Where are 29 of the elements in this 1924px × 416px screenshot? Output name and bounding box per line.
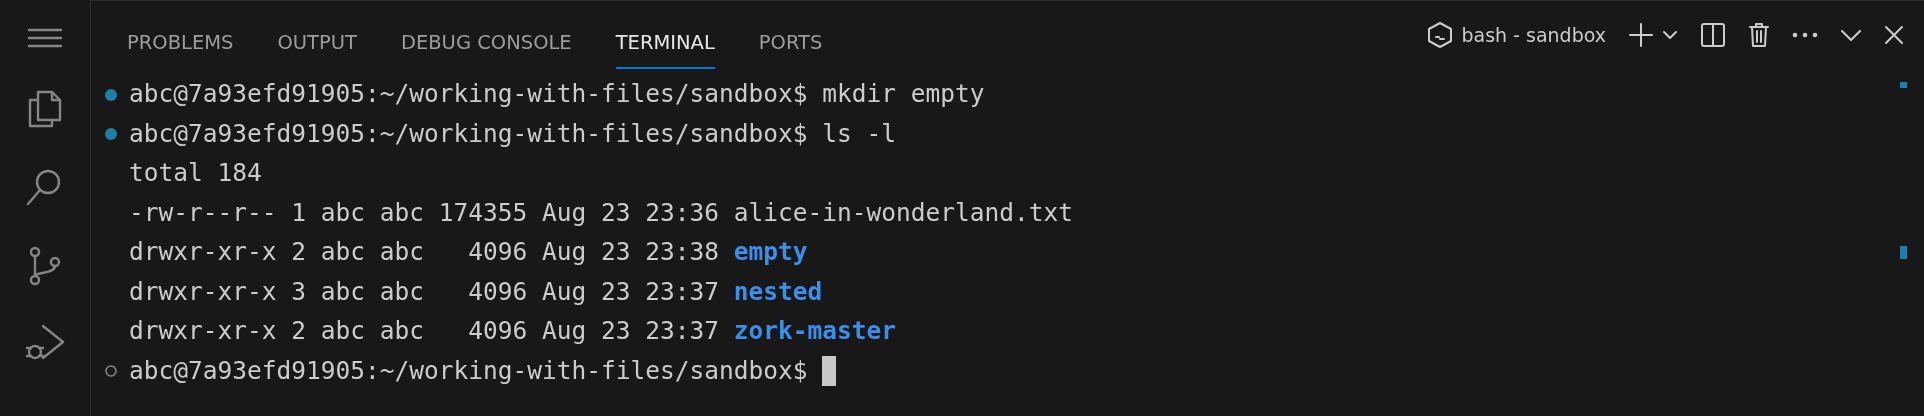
panel-tab[interactable]: PORTS [758, 13, 823, 69]
plus-icon[interactable] [1628, 22, 1654, 48]
terminal-line: abc@7a93efd91905:~/working-with-files/sandbox$ mkdir empty [129, 78, 986, 111]
terminal-line: abc@7a93efd91905:~/working-with-files/sandbox$ ls -l [129, 117, 897, 150]
chevron-down-icon[interactable] [1840, 29, 1862, 41]
panel-tab[interactable]: TERMINAL [615, 13, 715, 69]
close-icon[interactable] [1884, 25, 1904, 45]
file-details: drwxr-xr-x 2 abc abc 4096 Aug 23 23:38 [129, 236, 720, 269]
directory-name: zork-master [733, 315, 897, 348]
terminal-line: total 184 [129, 157, 262, 190]
panel-tab[interactable]: DEBUG CONSOLE [400, 13, 572, 69]
file-details: drwxr-xr-x 2 abc abc 4096 Aug 23 23:37 [129, 315, 720, 348]
panel-tab[interactable]: PROBLEMS [127, 13, 234, 69]
directory-name: nested [733, 275, 823, 308]
terminal-line: abc@7a93efd91905:~/working-with-files/sandbox$ [129, 354, 809, 387]
file-details: -rw-r--r-- 1 abc abc 174355 Aug 23 23:36 [129, 196, 720, 229]
more-icon[interactable] [1792, 32, 1818, 38]
scroll-marker [1900, 82, 1907, 88]
caret-icon[interactable] [1662, 30, 1678, 40]
file-name: alice-in-wonderland.txt [733, 196, 1074, 229]
scroll-marker [1900, 246, 1907, 259]
terminal-icon[interactable] [1427, 21, 1454, 49]
file-details: drwxr-xr-x 3 abc abc 4096 Aug 23 23:37 [129, 275, 720, 308]
run-debug-icon[interactable] [25, 322, 65, 360]
trash-icon[interactable] [1748, 22, 1770, 48]
split-icon[interactable] [1700, 22, 1726, 48]
directory-name: empty [733, 236, 808, 269]
panel-tab[interactable]: OUTPUT [277, 13, 357, 69]
terminal-name[interactable]: bash - sandbox [1461, 20, 1606, 50]
